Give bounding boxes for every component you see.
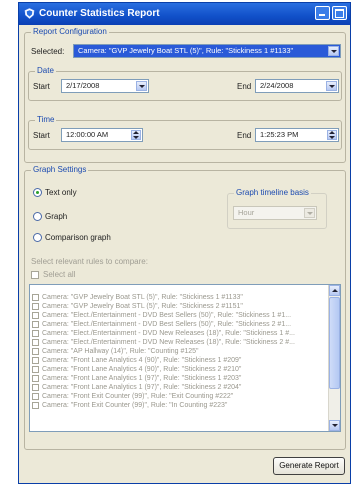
time-end-label: End [237,131,252,140]
report-window: Counter Statistics Report Report Configu… [18,2,351,484]
selected-label: Selected: [31,47,65,56]
rule-checkbox[interactable] [32,401,39,409]
compare-hint: Select relevant rules to compare: [31,257,148,266]
rule-checkbox[interactable] [32,356,39,364]
list-item[interactable]: Camera: "Front Exit Counter (99)", Rule:… [32,401,328,410]
time-end-value: 1:25:23 PM [260,130,299,139]
timeline-basis-value: Hour [238,208,255,217]
list-item[interactable]: Camera: "GVP Jewelry Boat STL (5)", Rule… [32,293,328,302]
selected-rule-value: Camera: "GVP Jewelry Boat STL (5)", Rule… [78,46,294,55]
rules-scrollbar[interactable] [328,285,340,431]
rule-label: Camera: "Front Exit Counter (99)", Rule:… [42,402,228,409]
time-start-value: 12:00:00 AM [66,130,109,139]
spinner-icon[interactable] [327,130,337,140]
chevron-down-icon[interactable] [326,81,337,91]
selected-rule-dropdown[interactable]: Camera: "GVP Jewelry Boat STL (5)", Rule… [73,44,341,58]
select-all-label[interactable]: Select all [43,270,75,279]
chevron-down-icon[interactable] [136,81,147,91]
rule-checkbox[interactable] [32,374,39,382]
date-end-picker[interactable]: 2/24/2008 [255,79,339,93]
text-only-radio[interactable] [33,188,42,197]
rule-label: Camera: "Front Exit Counter (99)", Rule:… [42,393,234,400]
rule-label: Camera: "GVP Jewelry Boat STL (5)", Rule… [42,303,243,310]
list-item[interactable]: Camera: "Front Lane Analytics 4 (90)", R… [32,365,328,374]
rule-label: Camera: "AP Hallway (14)", Rule: "Counti… [42,348,199,355]
list-item[interactable]: Camera: "Elect./Entertainment - DVD Best… [32,320,328,329]
report-configuration-label: Report Configuration [31,27,109,36]
scroll-up-icon[interactable] [329,285,340,296]
rule-label: Camera: "Front Lane Analytics 1 (97)", R… [42,375,242,382]
list-item[interactable]: Camera: "GVP Jewelry Boat STL (5)", Rule… [32,302,328,311]
timeline-basis-dropdown[interactable]: Hour [233,206,317,220]
select-all-checkbox[interactable] [31,271,39,279]
rule-checkbox[interactable] [32,338,39,346]
list-item[interactable]: Camera: "Front Exit Counter (99)", Rule:… [32,392,328,401]
rule-label: Camera: "Front Lane Analytics 1 (97)", R… [42,384,242,391]
rule-checkbox[interactable] [32,311,39,319]
window-title: Counter Statistics Report [39,8,160,19]
graph-label[interactable]: Graph [45,212,67,221]
rule-checkbox[interactable] [32,347,39,355]
rule-checkbox[interactable] [32,329,39,337]
rule-label: Camera: "Front Lane Analytics 4 (90)", R… [42,366,242,373]
rule-label: Camera: "Elect./Entertainment - DVD New … [42,339,295,346]
rule-checkbox[interactable] [32,302,39,310]
list-item[interactable]: Camera: "Elect./Entertainment - DVD Best… [32,311,328,320]
rule-label: Camera: "Elect./Entertainment - DVD Best… [42,321,292,328]
date-start-picker[interactable]: 2/17/2008 [61,79,149,93]
graph-radio[interactable] [33,212,42,221]
list-item[interactable]: Camera: "Front Lane Analytics 1 (97)", R… [32,374,328,383]
rule-label: Camera: "Elect./Entertainment - DVD Best… [42,312,292,319]
rule-checkbox[interactable] [32,320,39,328]
scroll-thumb[interactable] [329,297,340,389]
text-only-label[interactable]: Text only [45,188,77,197]
list-item[interactable]: Camera: "Elect./Entertainment - DVD New … [32,329,328,338]
chevron-down-icon[interactable] [328,46,339,56]
date-start-value: 2/17/2008 [66,81,100,90]
list-item[interactable]: Camera: "Elect./Entertainment - DVD New … [32,338,328,347]
generate-report-button[interactable]: Generate Report [273,457,345,475]
rule-label: Camera: "GVP Jewelry Boat STL (5)", Rule… [42,294,243,301]
timeline-basis-label: Graph timeline basis [234,188,311,197]
date-start-label: Start [33,82,50,91]
scroll-down-icon[interactable] [329,420,340,431]
maximize-button[interactable] [332,6,347,20]
spinner-icon[interactable] [131,130,141,140]
list-item[interactable]: Camera: "Front Lane Analytics 4 (90)", R… [32,356,328,365]
time-end-picker[interactable]: 1:25:23 PM [255,128,339,142]
rule-checkbox[interactable] [32,293,39,301]
rule-checkbox[interactable] [32,365,39,373]
comparison-graph-radio[interactable] [33,233,42,242]
time-start-label: Start [33,131,50,140]
chevron-down-icon[interactable] [304,208,315,218]
time-group-label: Time [35,115,57,124]
rules-listbox[interactable]: Camera: "GVP Jewelry Boat STL (5)", Rule… [29,284,341,432]
rule-checkbox[interactable] [32,383,39,391]
time-start-picker[interactable]: 12:00:00 AM [61,128,143,142]
comparison-graph-label[interactable]: Comparison graph [45,233,111,242]
rule-label: Camera: "Front Lane Analytics 4 (90)", R… [42,357,242,364]
app-shield-icon [24,8,35,19]
date-end-value: 2/24/2008 [260,81,294,90]
rule-label: Camera: "Elect./Entertainment - DVD New … [42,330,295,337]
list-item[interactable]: Camera: "Front Lane Analytics 1 (97)", R… [32,383,328,392]
rule-checkbox[interactable] [32,392,39,400]
date-group-label: Date [35,66,56,75]
graph-settings-label: Graph Settings [31,165,89,174]
title-bar[interactable]: Counter Statistics Report [19,3,350,25]
date-end-label: End [237,82,252,91]
list-item[interactable]: Camera: "AP Hallway (14)", Rule: "Counti… [32,347,328,356]
minimize-button[interactable] [315,6,330,20]
